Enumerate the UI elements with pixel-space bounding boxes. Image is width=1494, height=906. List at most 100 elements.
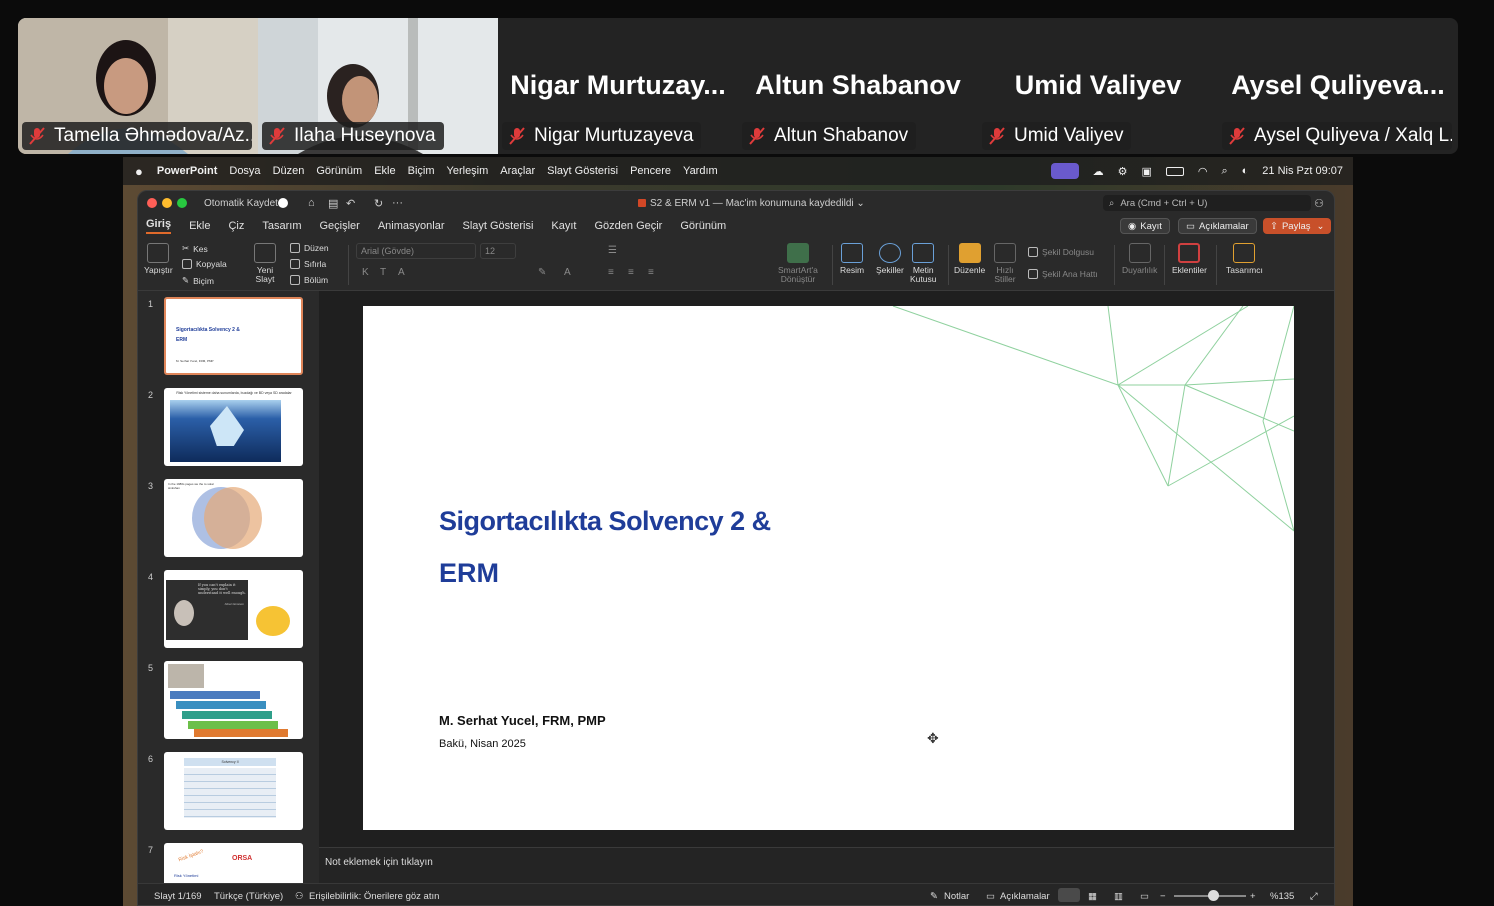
fit-to-window-icon[interactable]: ⤢ [1310, 891, 1318, 902]
tab-gozden-gecir[interactable]: Gözden Geçir [594, 220, 662, 232]
copy-button[interactable]: Kopyala [182, 259, 227, 269]
menu-yerlesim[interactable]: Yerleşim [447, 165, 489, 177]
underline-button[interactable]: A [398, 267, 405, 278]
slide-title-line-1[interactable]: Sigortacılıkta Solvency 2 & [439, 506, 771, 537]
notes-pane[interactable]: Not eklemek için tıklayın [319, 847, 1334, 883]
zoom-slider-thumb[interactable] [1208, 890, 1219, 901]
align-right-icon[interactable]: ≡ [648, 267, 654, 278]
menu-dosya[interactable]: Dosya [229, 165, 260, 177]
align-left-icon[interactable]: ≡ [608, 267, 614, 278]
tab-gecisler[interactable]: Geçişler [320, 220, 360, 232]
menu-app-name[interactable]: PowerPoint [157, 165, 218, 177]
thumbnail-slide-1[interactable]: Sigortacılıkta Solvency 2 & ERM M. Serha… [164, 297, 303, 375]
display-icon[interactable]: ▣ [1141, 165, 1151, 178]
menu-pencere[interactable]: Pencere [630, 165, 671, 177]
extension-icon[interactable]: ⚙ [1118, 165, 1128, 178]
textbox-button[interactable]: Metin Kutusu [910, 243, 936, 284]
participant-tile-6[interactable]: Aysel Quliyeva... Aysel Quliyeva / Xalq … [1218, 18, 1458, 154]
slideshow-icon[interactable]: ▭ [1140, 891, 1149, 902]
status-notes-button[interactable]: Notlar [944, 891, 969, 902]
designer-button[interactable]: Tasarımcı [1226, 243, 1263, 275]
participant-tile-5[interactable]: Umid Valiyev Umid Valiyev [978, 18, 1218, 154]
format-painter-button[interactable]: ✎ Biçim [182, 275, 214, 286]
menu-bicim[interactable]: Biçim [408, 165, 435, 177]
search-box[interactable]: ⌕ Ara (Cmd + Ctrl + U) [1103, 195, 1311, 211]
italic-button[interactable]: T [380, 267, 386, 278]
current-slide[interactable]: Sigortacılıkta Solvency 2 & ERM M. Serha… [363, 306, 1294, 830]
tab-slayt-gosterisi[interactable]: Slayt Gösterisi [462, 220, 533, 232]
home-icon[interactable]: ⌂ [308, 197, 315, 209]
wifi-icon[interactable]: ◠ [1198, 165, 1208, 178]
participant-tile-4[interactable]: Altun Shabanov Altun Shabanov [738, 18, 978, 154]
tab-gorunum[interactable]: Görünüm [680, 220, 726, 232]
close-window-button[interactable] [147, 198, 157, 208]
slide-title-line-2[interactable]: ERM [439, 558, 499, 589]
save-icon[interactable]: ▤ [328, 197, 338, 210]
redo-icon[interactable]: ↻ [374, 197, 383, 210]
share-people-icon[interactable]: ⚇ [1314, 197, 1324, 210]
menu-slayt-gosterisi[interactable]: Slayt Gösterisi [547, 165, 618, 177]
zoom-window-button[interactable] [177, 198, 187, 208]
reading-view-icon[interactable]: ▥ [1114, 891, 1123, 902]
status-comments-button[interactable]: Açıklamalar [1000, 891, 1050, 902]
highlight-icon[interactable]: ✎ [538, 267, 546, 278]
align-center-icon[interactable]: ≡ [628, 267, 634, 278]
normal-view-button[interactable] [1058, 888, 1080, 902]
shape-outline-button[interactable]: Şekil Ana Hattı [1028, 269, 1098, 279]
document-title[interactable]: S2 & ERM v1 — Mac'im konumuna kaydedildi… [650, 198, 865, 209]
undo-icon[interactable]: ↶ [346, 197, 355, 210]
font-size-select[interactable]: 12 [480, 243, 516, 259]
addins-button[interactable]: Eklentiler [1172, 243, 1207, 275]
participant-tile-3[interactable]: Nigar Murtuzay... Nigar Murtuzayeva [498, 18, 738, 154]
comments-button[interactable]: ▭ Açıklamalar [1178, 218, 1257, 234]
tab-kayit[interactable]: Kayıt [551, 220, 576, 232]
slide-place-date[interactable]: Bakü, Nisan 2025 [439, 738, 526, 750]
minimize-window-button[interactable] [162, 198, 172, 208]
new-slide-button[interactable]: Yeni Slayt [254, 243, 276, 284]
cut-button[interactable]: ✂ Kes [182, 243, 208, 254]
tab-tasarim[interactable]: Tasarım [262, 220, 301, 232]
share-button[interactable]: ⇪ Paylaş ⌄ [1263, 218, 1332, 234]
thumbnail-slide-6[interactable]: Solvency II [164, 752, 303, 830]
participant-tile-2[interactable]: Ilaha Huseynova [258, 18, 498, 154]
menu-duzen[interactable]: Düzen [273, 165, 305, 177]
menu-ekle[interactable]: Ekle [374, 165, 395, 177]
more-icon[interactable]: ··· [392, 197, 403, 209]
menu-araclar[interactable]: Araçlar [500, 165, 535, 177]
menu-gorunum[interactable]: Görünüm [316, 165, 362, 177]
reset-button[interactable]: Sıfırla [290, 259, 326, 269]
sensitivity-button[interactable]: Duyarlılık [1122, 243, 1157, 275]
autosave-toggle[interactable] [278, 198, 288, 208]
arrange-button[interactable]: Düzenle [954, 243, 985, 275]
battery-icon[interactable] [1165, 166, 1184, 176]
bullets-icon[interactable]: ☰ [608, 245, 617, 256]
search-icon[interactable]: ⌕ [1221, 165, 1227, 178]
tab-animasyonlar[interactable]: Animasyonlar [378, 220, 445, 232]
font-color-icon[interactable]: A [564, 267, 571, 278]
quick-styles-button[interactable]: Hızlı Stiller [994, 243, 1016, 284]
record-button[interactable]: ◉ Kayıt [1120, 218, 1170, 234]
zoom-out-button[interactable]: − [1160, 891, 1166, 902]
thumbnail-slide-5[interactable] [164, 661, 303, 739]
menubar-clock[interactable]: 21 Nis Pzt 09:07 [1262, 165, 1343, 177]
thumbnail-slide-7[interactable]: Risk İştahı? ORSA Risk Yönetimi [164, 843, 303, 883]
font-name-select[interactable]: Arial (Gövde) [356, 243, 476, 259]
screen-share-icon[interactable] [1050, 163, 1079, 179]
tab-ekle[interactable]: Ekle [189, 220, 210, 232]
status-accessibility[interactable]: Erişilebilirlik: Önerilere göz atın [309, 891, 439, 902]
apple-icon[interactable]: ● [135, 164, 143, 179]
menu-yardim[interactable]: Yardım [683, 165, 718, 177]
thumbnail-slide-4[interactable]: If you can't explain it simply, you don'… [164, 570, 303, 648]
tab-giris[interactable]: Giriş [146, 218, 172, 234]
smartart-button[interactable]: SmartArt'a Dönüştür [778, 243, 818, 284]
control-center-icon[interactable]: ◐ [1242, 165, 1249, 177]
shape-fill-button[interactable]: Şekil Dolgusu [1028, 247, 1094, 257]
section-button[interactable]: Bölüm [290, 275, 328, 285]
layout-button[interactable]: Düzen [290, 243, 329, 253]
thumbnail-slide-3[interactable]: In the 1980s pages we the to solar sinks… [164, 479, 303, 557]
slide-author[interactable]: M. Serhat Yucel, FRM, PMP [439, 713, 606, 728]
paste-button[interactable]: Yapıştır [144, 243, 173, 275]
thumbnail-slide-2[interactable]: Risk Yönetimi sisteme daha sunumlarda, b… [164, 388, 303, 466]
shapes-button[interactable]: Şekiller [876, 243, 904, 275]
tab-ciz[interactable]: Çiz [228, 220, 244, 232]
